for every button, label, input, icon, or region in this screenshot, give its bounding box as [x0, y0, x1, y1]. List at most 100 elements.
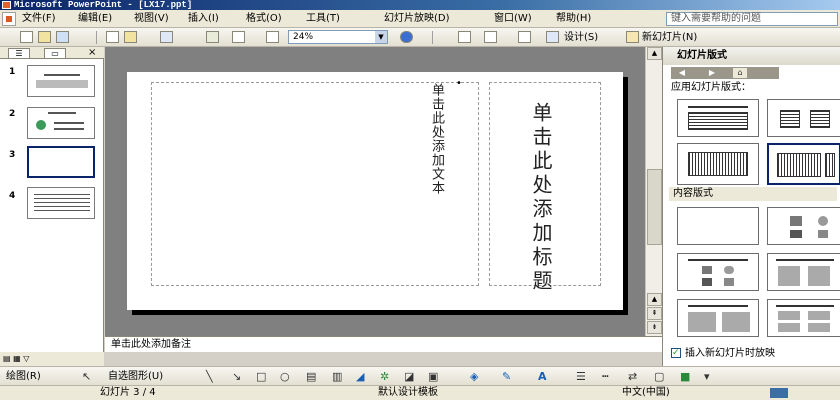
save-icon[interactable]	[56, 31, 69, 43]
document-icon[interactable]	[2, 12, 16, 26]
title-bar: Microsoft PowerPoint - [LX17.ppt]	[0, 0, 840, 10]
menu-help[interactable]: 帮助(H)	[556, 12, 591, 26]
thumb-line	[54, 128, 84, 130]
layout-content[interactable]	[767, 207, 840, 245]
open-folder-icon[interactable]	[38, 31, 51, 43]
notes-placeholder[interactable]: 单击此处添加备注	[111, 339, 191, 350]
close-icon[interactable]: ×	[88, 47, 96, 59]
toolbar-separator	[432, 31, 433, 44]
clipart-icon[interactable]: ◪	[404, 370, 414, 383]
autoshapes-button[interactable]: 自选图形(U)	[108, 370, 163, 383]
line-icon[interactable]: ╲	[206, 370, 213, 383]
home-icon[interactable]: ⌂	[733, 68, 747, 78]
slide-thumbnail-3[interactable]	[27, 146, 95, 178]
layout-title-four-content[interactable]	[767, 299, 840, 337]
notes-pane[interactable]: 单击此处添加备注	[105, 336, 662, 352]
new-file-icon[interactable]	[20, 31, 33, 43]
vertical-textbox-icon[interactable]: ▥	[332, 370, 342, 383]
layout-icon	[808, 323, 830, 332]
design-icon[interactable]	[546, 31, 559, 43]
menu-format[interactable]: 格式(O)	[246, 12, 282, 26]
view-buttons: ▤ ▦ ▽	[0, 352, 104, 366]
layout-grid	[777, 153, 821, 177]
numbering-icon[interactable]	[458, 31, 471, 43]
rectangle-icon[interactable]: □	[256, 370, 266, 383]
insert-on-new-slide-option[interactable]: 插入新幻灯片时放映	[671, 346, 775, 361]
menu-insert[interactable]: 插入(I)	[188, 12, 219, 26]
line-color-icon[interactable]: ✎	[502, 370, 511, 383]
oval-icon[interactable]: ○	[280, 370, 290, 383]
layout-vertical-text[interactable]	[677, 143, 759, 185]
next-slide-icon[interactable]: ⇟	[647, 321, 662, 334]
slide-thumbnail-4[interactable]	[27, 187, 95, 219]
draw-menu-button[interactable]: 绘图(R)	[6, 370, 41, 383]
layout-title-two-content[interactable]	[767, 253, 840, 291]
dash-style-icon[interactable]: ┅	[602, 370, 609, 383]
task-pane: 幻灯片版式 ◀ ▶ ⌂ 应用幻灯片版式： 内容版式 ✓插入新幻灯片时放映	[662, 47, 840, 366]
layout-blank[interactable]	[677, 207, 759, 245]
menu-file[interactable]: 文件(F)	[22, 12, 56, 26]
arrow-icon[interactable]: ↘	[232, 370, 241, 383]
menu-view[interactable]: 视图(V)	[134, 12, 169, 26]
forward-icon[interactable]: ▶	[705, 68, 719, 78]
chevron-down-icon[interactable]: ▼	[375, 31, 387, 43]
arrow-style-icon[interactable]: ⇄	[628, 370, 637, 383]
scroll-up-icon[interactable]: ▲	[647, 293, 662, 306]
picture-icon[interactable]: ▣	[428, 370, 438, 383]
slideshow-view-icon[interactable]: ▽	[23, 354, 29, 363]
copy-icon[interactable]	[106, 31, 119, 43]
scrollbar-thumb[interactable]	[647, 169, 662, 245]
font-color-icon[interactable]: A	[538, 370, 547, 383]
menu-slideshow[interactable]: 幻灯片放映(D)	[384, 12, 450, 26]
toolbar-options-icon[interactable]: ▾	[704, 370, 710, 383]
layout-vertical-title-text[interactable]	[767, 143, 840, 185]
menu-tools[interactable]: 工具(T)	[306, 12, 340, 26]
body-placeholder-text[interactable]: 单击此处添加文本	[427, 83, 446, 195]
menu-bar: 文件(F) 编辑(E) 视图(V) 插入(I) 格式(O) 工具(T) 幻灯片放…	[0, 10, 840, 28]
slide-thumbnail-1[interactable]	[27, 65, 95, 97]
fill-color-icon[interactable]: ◈	[470, 370, 478, 383]
vertical-scrollbar[interactable]: ▲ ▲ ⇞ ⇟	[645, 47, 662, 336]
menu-edit[interactable]: 编辑(E)	[78, 12, 112, 26]
insert-table-icon[interactable]	[232, 31, 245, 43]
layout-bar	[776, 259, 834, 261]
new-slide-button[interactable]: 新幻灯片(N)	[642, 31, 697, 44]
tab-outline[interactable]: ☰	[8, 48, 30, 59]
spelling-status-icon[interactable]	[770, 388, 788, 398]
menu-window[interactable]: 窗口(W)	[494, 12, 532, 26]
shadow-icon[interactable]: ▢	[654, 370, 664, 383]
slide-thumbnail-2[interactable]	[27, 107, 95, 139]
wordart-icon[interactable]: ◢	[356, 370, 364, 383]
layout-title-content[interactable]	[677, 253, 759, 291]
layout-title-text[interactable]	[677, 99, 759, 137]
layout-title-content-text[interactable]	[677, 299, 759, 337]
paste-icon[interactable]	[124, 31, 137, 43]
new-slide-icon[interactable]	[626, 31, 639, 43]
tab-slides[interactable]: ▭	[44, 48, 66, 59]
select-pointer-icon[interactable]: ↖	[82, 370, 91, 383]
line-style-icon[interactable]: ☰	[576, 370, 586, 383]
thumb-block	[36, 80, 88, 88]
bullets-icon[interactable]	[484, 31, 497, 43]
help-icon[interactable]	[400, 31, 413, 43]
title-placeholder-text[interactable]: 单击此处添加标题	[527, 102, 556, 294]
layout-icon	[808, 266, 830, 286]
sorter-view-icon[interactable]: ▦	[13, 354, 21, 363]
back-icon[interactable]: ◀	[675, 68, 689, 78]
design-button[interactable]: 设计(S)	[564, 31, 598, 44]
scroll-up-icon[interactable]: ▲	[647, 47, 662, 60]
textbox-icon[interactable]: ▤	[306, 370, 316, 383]
undo-icon[interactable]	[160, 31, 173, 43]
window-title: Microsoft PowerPoint - [LX17.ppt]	[14, 0, 193, 10]
diagram-icon[interactable]: ✲	[380, 370, 389, 383]
show-grid-icon[interactable]	[266, 31, 279, 43]
decrease-indent-icon[interactable]	[518, 31, 531, 43]
insert-checkbox[interactable]	[671, 346, 681, 360]
previous-slide-icon[interactable]: ⇞	[647, 307, 662, 320]
help-search-input[interactable]: 键入需要帮助的问题	[666, 12, 838, 26]
3d-style-icon[interactable]: ■	[680, 370, 690, 383]
layout-title-two-text[interactable]	[767, 99, 840, 137]
insert-chart-icon[interactable]	[206, 31, 219, 43]
normal-view-icon[interactable]: ▤	[3, 354, 11, 363]
zoom-select[interactable]: 24% ▼	[288, 30, 388, 44]
